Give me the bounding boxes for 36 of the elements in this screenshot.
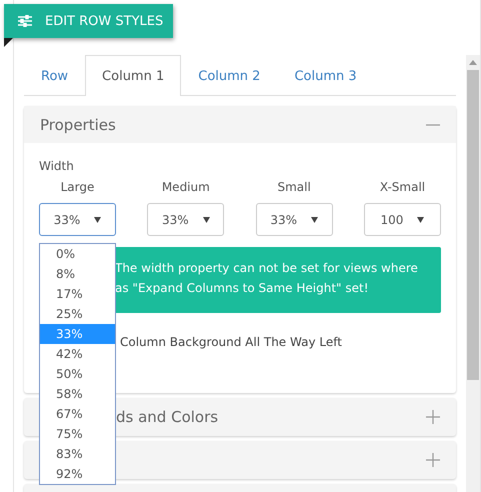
field-label: Width <box>39 159 75 173</box>
panel-title: Properties <box>40 116 116 134</box>
ribbon-fold-icon <box>4 38 13 47</box>
caret-icon <box>202 216 210 222</box>
sliders-icon <box>18 15 32 27</box>
caret-icon <box>94 216 102 222</box>
dropdown-option[interactable]: 17% <box>40 284 115 304</box>
scroll-up-icon[interactable] <box>469 60 477 65</box>
field-label: X-Small <box>380 180 426 194</box>
width-select[interactable]: 100 <box>364 203 441 236</box>
field-label: Small <box>277 180 311 194</box>
panel-header[interactable]: Properties <box>24 106 456 143</box>
tab[interactable]: Column 1 <box>85 55 182 96</box>
tab[interactable]: Column 2 <box>181 55 278 96</box>
field-label: Large <box>60 180 94 194</box>
width-select[interactable]: 33% <box>147 203 224 236</box>
expand-icon[interactable] <box>426 453 440 467</box>
tab[interactable]: Row <box>24 55 86 96</box>
panel-title: ds and Colors <box>116 408 218 426</box>
width-select[interactable]: 33% <box>256 203 333 236</box>
option-label: Column Background All The Way Left <box>120 335 343 349</box>
width-select[interactable]: 33% <box>39 203 116 236</box>
caret-icon <box>310 216 318 222</box>
tab[interactable]: Column 3 <box>277 55 374 96</box>
dropdown-option[interactable]: 42% <box>40 344 115 364</box>
dropdown-option[interactable]: 50% <box>40 364 115 384</box>
scrollbar[interactable] <box>466 55 480 492</box>
caret-icon <box>417 216 424 222</box>
field-label: Medium <box>162 180 210 194</box>
scrollbar-thumb[interactable] <box>467 70 479 380</box>
dropdown-option[interactable]: 67% <box>40 404 115 424</box>
dropdown-option[interactable]: 0% <box>40 244 115 264</box>
dropdown-option[interactable]: 8% <box>40 264 115 284</box>
dropdown-option[interactable]: 83% <box>40 444 115 464</box>
expand-icon[interactable] <box>426 410 440 424</box>
dropdown-option[interactable]: 92% <box>40 464 115 484</box>
